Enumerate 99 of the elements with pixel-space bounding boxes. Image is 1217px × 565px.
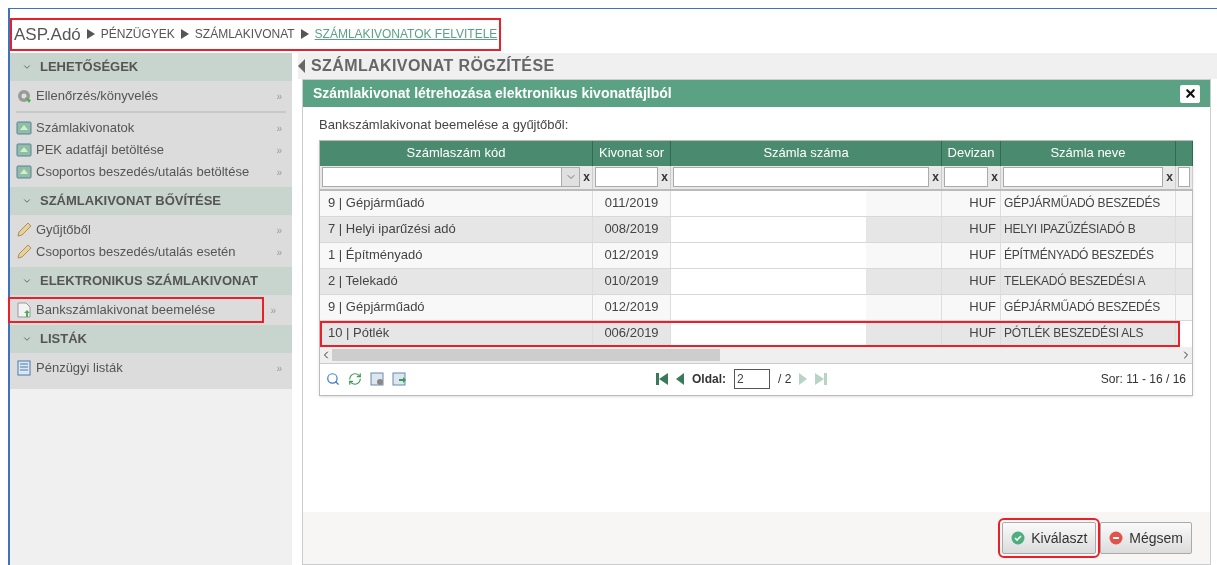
previous-page-icon[interactable]	[676, 373, 684, 385]
column-header[interactable]: Számla neve	[1001, 140, 1176, 166]
filter-field[interactable]	[595, 167, 659, 187]
sidebar-item[interactable]: Gyűjtőből »	[10, 219, 292, 241]
table-cell: 7 | Helyi iparűzési adó	[320, 216, 593, 242]
table-cell: GÉPJÁRMŰADÓ BESZEDÉS	[1001, 190, 1176, 216]
table-cell: HUF	[942, 190, 1001, 216]
file-upload-icon	[16, 302, 32, 318]
dialog-button[interactable]: Mégsem	[1100, 522, 1192, 554]
pencil-icon	[16, 222, 32, 238]
table-cell: HUF	[942, 294, 1001, 320]
sidebar-section-header[interactable]: SZÁMLAKIVONAT BŐVÍTÉSE	[10, 187, 292, 215]
table-cell: 2 | Telekadó	[320, 268, 593, 294]
collapse-left-icon[interactable]	[298, 59, 305, 73]
document-icon	[16, 164, 32, 180]
table-cell: GÉPJÁRMŰADÓ BESZEDÉS	[1001, 294, 1176, 320]
more-arrows: »	[276, 89, 282, 104]
table-cell: 9 | Gépjárműadó	[320, 294, 593, 320]
table-cell: 1 | Építményadó	[320, 242, 593, 268]
close-icon	[1183, 87, 1197, 100]
close-button[interactable]	[1180, 84, 1200, 103]
sidebar-item[interactable]: Számlakivonatok »	[16, 117, 286, 139]
column-header[interactable]: Kivonat sor	[593, 140, 671, 166]
page-input[interactable]: 2	[734, 369, 770, 389]
breadcrumb-link[interactable]: ASP.Adó	[14, 21, 81, 47]
filter-field[interactable]	[944, 167, 989, 187]
caret-right-icon	[180, 29, 189, 40]
table-cell: 10 | Pótlék	[320, 320, 593, 346]
clear-filter-button[interactable]: x	[991, 168, 998, 186]
clear-filter-button[interactable]: x	[1166, 168, 1173, 186]
filter-field[interactable]	[1178, 167, 1190, 187]
more-arrows: »	[276, 223, 282, 238]
table-cell: PÓTLÉK BESZEDÉSI ALS	[1001, 320, 1176, 346]
column-header[interactable]: Devizan	[942, 140, 1001, 166]
export-icon[interactable]	[392, 372, 406, 386]
table-row[interactable]: 7 | Helyi iparűzési adó 008/2019 HUF HELYI IPAZŰZÉSIADÓ B	[320, 216, 1192, 243]
table-cell: HUF	[942, 242, 1001, 268]
table-row[interactable]: 9 | Gépjárműadó 012/2019 HUF GÉPJÁRMŰADÓ BESZEDÉS	[320, 294, 1192, 321]
pencil-icon	[16, 244, 32, 260]
sidebar-item[interactable]: Csoportos beszedés/utalás esetén »	[10, 241, 292, 263]
search-icon[interactable]	[326, 372, 340, 386]
sidebar-section-header[interactable]: LEHETŐSÉGEK	[10, 53, 292, 81]
minus-icon	[1109, 531, 1124, 545]
collapse-icon	[22, 334, 32, 344]
table-row[interactable]: 9 | Gépjárműadó 011/2019 HUF GÉPJÁRMŰADÓ BESZEDÉS	[320, 190, 1192, 217]
check-icon	[1011, 531, 1026, 545]
page-total: / 2	[778, 371, 792, 388]
sidebar-item[interactable]: Pénzügyi listák »	[10, 357, 292, 379]
filter-field[interactable]	[322, 167, 581, 187]
sidebar-item[interactable]: Ellenőrzés/könyvelés »	[10, 85, 292, 107]
document-icon	[16, 142, 32, 158]
more-arrows: »	[276, 121, 282, 136]
more-arrows: »	[276, 165, 282, 180]
table-cell: HUF	[942, 216, 1001, 242]
sidebar-section-header[interactable]: ELEKTRONIKUS SZÁMLAKIVONAT	[10, 267, 292, 295]
more-arrows: »	[276, 143, 282, 158]
table-cell: ÉPÍTMÉNYADÓ BESZEDÉS	[1001, 242, 1176, 268]
table-row[interactable]: 10 | Pótlék 006/2019 HUF PÓTLÉK BESZEDÉSI ALS	[320, 320, 1180, 347]
column-header[interactable]: Számlaszám kód	[320, 140, 593, 166]
breadcrumb-link[interactable]: SZÁMLAKIVONAT	[194, 25, 295, 44]
caret-right-icon	[86, 29, 95, 40]
breadcrumb-current[interactable]: SZÁMLAKIVONATOK FELVITELE	[314, 25, 498, 44]
refresh-icon[interactable]	[348, 372, 362, 386]
clear-filter-button[interactable]: x	[932, 168, 939, 186]
report-icon	[16, 360, 32, 376]
page-label: Oldal:	[692, 371, 726, 388]
sidebar-item[interactable]: Csoportos beszedés/utalás betöltése »	[16, 161, 286, 183]
clear-filter-button[interactable]: x	[583, 168, 590, 186]
page-title: SZÁMLAKIVONAT RÖGZÍTÉSE	[311, 55, 555, 76]
table-cell: HUF	[942, 320, 1001, 346]
table-cell: TELEKADÓ BESZEDÉSI A	[1001, 268, 1176, 294]
column-header[interactable]: Számla száma	[671, 140, 942, 166]
collapse-icon	[22, 196, 32, 206]
first-page-icon[interactable]	[656, 373, 668, 385]
collapse-icon	[22, 62, 32, 72]
dialog-title: Számlakivonat létrehozása elektronikus kivonatfájlból	[313, 84, 672, 103]
last-page-icon[interactable]	[815, 373, 828, 385]
more-arrows: »	[270, 303, 276, 318]
document-icon	[16, 120, 32, 136]
table-cell: 9 | Gépjárműadó	[320, 190, 593, 216]
more-arrows: »	[276, 245, 282, 260]
table-row[interactable]: 1 | Építményadó 012/2019 HUF ÉPÍTMÉNYADÓ BESZEDÉS	[320, 242, 1192, 269]
more-arrows: »	[276, 361, 282, 376]
next-page-icon[interactable]	[799, 373, 808, 385]
dropdown-toggle[interactable]	[561, 168, 580, 186]
table-settings-icon[interactable]	[370, 372, 384, 386]
breadcrumb-link[interactable]: PÉNZÜGYEK	[100, 25, 175, 44]
filter-field[interactable]	[673, 167, 930, 187]
collapse-icon	[22, 276, 32, 286]
clear-filter-button[interactable]: x	[661, 168, 668, 186]
filter-field[interactable]	[1003, 167, 1164, 187]
caret-right-icon	[300, 29, 309, 40]
row-count: Sor: 11 - 16 / 16	[1100, 371, 1186, 388]
dialog-subtitle: Bankszámlakivonat beemelése a gyűjtőből:	[319, 116, 570, 134]
table-row[interactable]: 2 | Telekadó 010/2019 HUF TELEKADÓ BESZEDÉSI A	[320, 268, 1192, 295]
sidebar-section-header[interactable]: LISTÁK	[10, 325, 292, 353]
table-cell: HELYI IPAZŰZÉSIADÓ B	[1001, 216, 1176, 242]
sidebar-item[interactable]: PEK adatfájl betöltése »	[16, 139, 286, 161]
table-cell: HUF	[942, 268, 1001, 294]
